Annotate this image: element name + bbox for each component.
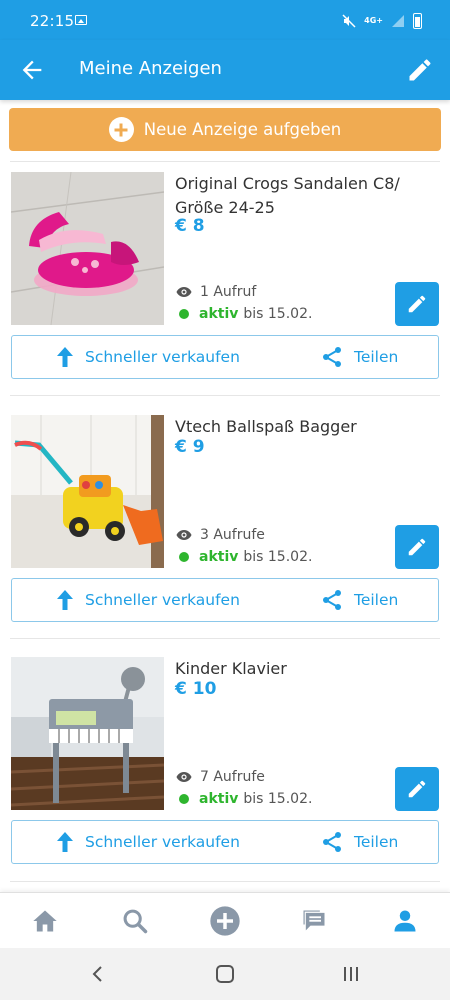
edit-listing-button[interactable]	[395, 282, 439, 326]
share-button[interactable]: Teilen	[322, 336, 398, 378]
divider	[10, 881, 440, 882]
app-bar: Meine Anzeigen	[0, 40, 450, 100]
add-circle-icon[interactable]	[209, 905, 241, 937]
arrow-up-icon	[57, 347, 73, 367]
status-dot-icon	[179, 309, 189, 319]
share-label: Teilen	[354, 348, 399, 366]
listing-actions: Schneller verkaufen Teilen	[11, 335, 439, 379]
home-icon[interactable]	[31, 907, 59, 935]
listing-views: 7 Aufrufe	[176, 769, 265, 785]
listing-image-excavator[interactable]	[11, 415, 164, 568]
system-home-icon[interactable]	[213, 963, 237, 985]
listing-image-piano[interactable]	[11, 657, 164, 810]
listing-status: aktiv bis 15.02.	[179, 791, 312, 807]
network-type: 4G+	[364, 16, 383, 25]
pencil-icon	[408, 295, 426, 313]
sell-faster-button[interactable]: Schneller verkaufen	[57, 821, 240, 863]
eye-icon	[176, 287, 192, 297]
divider	[10, 161, 440, 162]
status-until: bis 15.02.	[243, 306, 313, 322]
new-ad-button[interactable]: Neue Anzeige aufgeben	[9, 108, 441, 151]
share-label: Teilen	[354, 591, 399, 609]
edit-listing-button[interactable]	[395, 525, 439, 569]
plus-circle-icon	[108, 117, 134, 142]
views-count: 3 Aufrufe	[200, 527, 265, 543]
pencil-icon[interactable]	[406, 56, 434, 84]
listing-status: aktiv bis 15.02.	[179, 306, 312, 322]
listing-status: aktiv bis 15.02.	[179, 549, 312, 565]
listing-actions: Schneller verkaufen Teilen	[11, 578, 439, 622]
views-count: 7 Aufrufe	[200, 769, 265, 785]
sell-faster-label: Schneller verkaufen	[85, 591, 240, 609]
listing-views: 3 Aufrufe	[176, 527, 265, 543]
listing-actions: Schneller verkaufen Teilen	[11, 820, 439, 864]
views-count: 1 Aufruf	[200, 284, 257, 300]
status-until: bis 15.02.	[243, 549, 313, 565]
listing-price: € 8	[175, 216, 205, 236]
sell-faster-label: Schneller verkaufen	[85, 833, 240, 851]
share-label: Teilen	[354, 833, 399, 851]
share-icon	[323, 347, 341, 367]
status-active: aktiv	[199, 306, 239, 322]
listing-card: Vtech Ballspaß Bagger € 9 3 Aufrufe akti…	[0, 415, 450, 640]
image-notification-icon	[75, 15, 87, 25]
share-button[interactable]: Teilen	[322, 821, 398, 863]
arrow-up-icon	[57, 590, 73, 610]
system-back-icon[interactable]	[86, 963, 110, 985]
eye-icon	[176, 772, 192, 782]
status-icons: 4G+	[342, 12, 422, 30]
listing-title[interactable]: Vtech Ballspaß Bagger	[175, 415, 415, 439]
back-arrow-icon[interactable]	[18, 56, 46, 84]
mute-icon	[342, 14, 356, 28]
listing-title[interactable]: Kinder Klavier	[175, 657, 415, 681]
pencil-icon	[408, 538, 426, 556]
system-recents-icon[interactable]	[339, 963, 363, 985]
listing-price: € 10	[175, 679, 217, 699]
share-icon	[323, 832, 341, 852]
messages-icon[interactable]	[300, 907, 328, 935]
listing-card: Kinder Klavier € 10 7 Aufrufe aktiv bis …	[0, 657, 450, 882]
divider	[10, 395, 440, 396]
status-time: 22:15	[30, 12, 75, 30]
system-navigation	[0, 948, 450, 1000]
bottom-navigation	[0, 892, 450, 948]
status-dot-icon	[179, 794, 189, 804]
listing-image-sandals[interactable]	[11, 172, 164, 325]
status-active: aktiv	[199, 791, 239, 807]
pencil-icon	[408, 780, 426, 798]
listing-price: € 9	[175, 437, 205, 457]
sell-faster-button[interactable]: Schneller verkaufen	[57, 579, 240, 621]
battery-icon	[413, 13, 422, 29]
share-icon	[323, 590, 341, 610]
listing-views: 1 Aufruf	[176, 284, 256, 300]
signal-icon	[392, 15, 404, 27]
status-until: bis 15.02.	[243, 791, 313, 807]
divider	[10, 638, 440, 639]
search-icon[interactable]	[121, 907, 149, 935]
share-button[interactable]: Teilen	[322, 579, 398, 621]
sell-faster-button[interactable]: Schneller verkaufen	[57, 336, 240, 378]
sell-faster-label: Schneller verkaufen	[85, 348, 240, 366]
status-dot-icon	[179, 552, 189, 562]
status-active: aktiv	[199, 549, 239, 565]
status-bar: 22:15 4G+	[0, 0, 450, 40]
listing-card: Original Crogs Sandalen C8/ Größe 24-25 …	[0, 172, 450, 397]
new-ad-label: Neue Anzeige aufgeben	[143, 120, 342, 139]
arrow-up-icon	[57, 832, 73, 852]
listing-title[interactable]: Original Crogs Sandalen C8/ Größe 24-25	[175, 172, 415, 220]
edit-listing-button[interactable]	[395, 767, 439, 811]
eye-icon	[176, 530, 192, 540]
profile-icon[interactable]	[391, 907, 419, 935]
page-title: Meine Anzeigen	[79, 58, 222, 79]
